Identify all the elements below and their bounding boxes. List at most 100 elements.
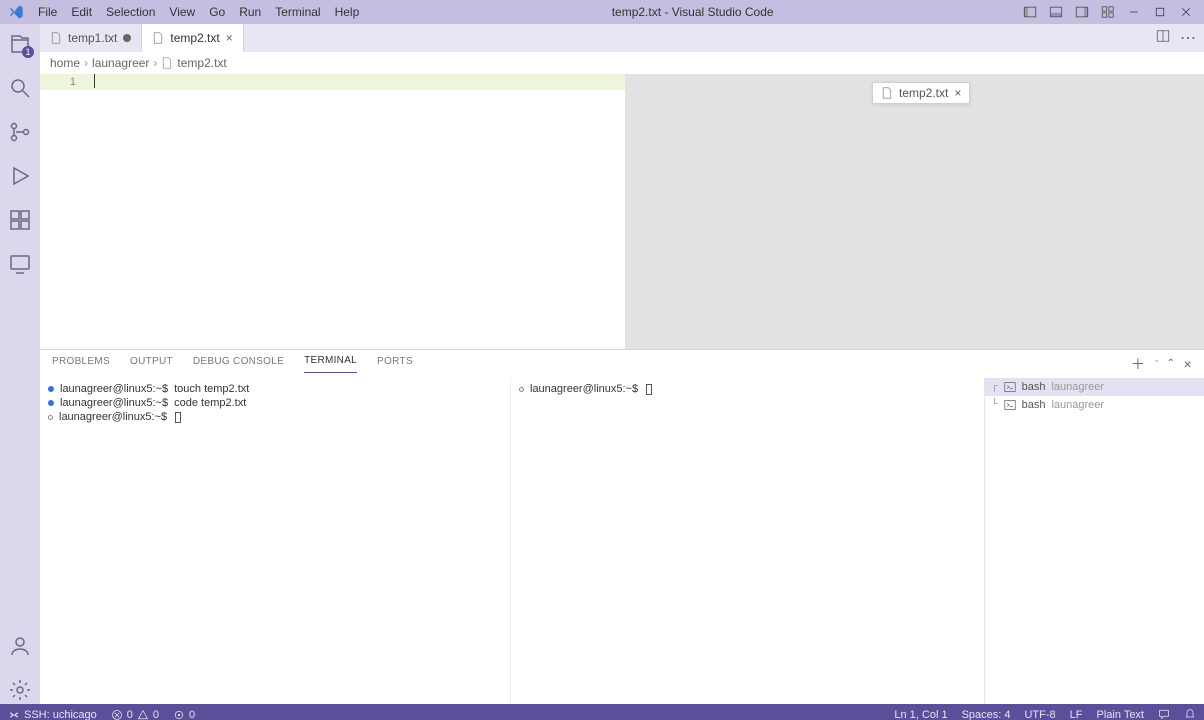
breadcrumb-segment[interactable]: home (50, 56, 80, 70)
encoding[interactable]: UTF-8 (1024, 709, 1055, 720)
floating-tab[interactable]: temp2.txt × (872, 82, 970, 104)
notifications-icon[interactable] (1184, 708, 1196, 720)
terminal-prompt: launagreer@linux5:~$ (530, 382, 638, 396)
breadcrumb-segment[interactable]: launagreer (92, 56, 149, 70)
settings-gear-icon[interactable] (6, 676, 34, 704)
panel-tab-debug[interactable]: DEBUG CONSOLE (193, 356, 284, 373)
menu-selection[interactable]: Selection (100, 3, 161, 21)
close-panel-icon[interactable]: × (1184, 356, 1192, 372)
search-icon[interactable] (6, 74, 34, 102)
chevron-right-icon: › (84, 56, 88, 70)
breadcrumb-segment[interactable]: temp2.txt (177, 56, 226, 70)
layout-sidebar-left-icon[interactable] (1020, 2, 1040, 22)
terminal-command: touch temp2.txt (174, 382, 249, 396)
remote-explorer-icon[interactable] (6, 250, 34, 278)
terminal-cursor (175, 412, 181, 423)
error-count: 0 (127, 709, 133, 720)
terminal-cwd: launagreer (1051, 399, 1104, 411)
terminal-pane-1[interactable]: launagreer@linux5:~$ touch temp2.txt lau… (40, 378, 510, 704)
terminal-shell-name: bash (1022, 399, 1046, 411)
tab-temp1[interactable]: temp1.txt (40, 24, 142, 52)
panel: PROBLEMS OUTPUT DEBUG CONSOLE TERMINAL P… (40, 349, 1204, 704)
extensions-icon[interactable] (6, 206, 34, 234)
line-number-gutter: 1 (40, 74, 90, 90)
panel-tab-ports[interactable]: PORTS (377, 356, 413, 373)
tab-label: temp1.txt (68, 31, 117, 45)
terminal-list-item[interactable]: └ bash launagreer (985, 396, 1204, 414)
file-icon (881, 87, 893, 99)
status-bar: SSH: uchicago 0 0 0 Ln 1, Col 1 Spaces: … (0, 704, 1204, 720)
ports-count: 0 (189, 709, 195, 720)
language-mode[interactable]: Plain Text (1097, 709, 1145, 720)
panel-tab-terminal[interactable]: TERMINAL (304, 355, 357, 373)
terminal-shell-name: bash (1022, 381, 1046, 393)
line-number: 1 (40, 74, 76, 90)
menu-bar: File Edit Selection View Go Run Terminal… (32, 3, 365, 21)
file-icon (152, 32, 164, 44)
split-editor-icon[interactable] (1156, 29, 1170, 48)
eol[interactable]: LF (1070, 709, 1083, 720)
feedback-icon[interactable] (1158, 708, 1170, 720)
terminal-line: launagreer@linux5:~$ (48, 410, 502, 424)
menu-edit[interactable]: Edit (65, 3, 98, 21)
terminal-cursor (646, 384, 652, 395)
explorer-icon[interactable]: 1 (6, 30, 34, 58)
chevron-right-icon: › (153, 56, 157, 70)
prompt-bullet-icon (48, 386, 54, 392)
remote-indicator[interactable]: SSH: uchicago (8, 709, 97, 720)
breadcrumbs: home › launagreer › temp2.txt (40, 52, 1204, 74)
tab-close-icon[interactable]: × (954, 86, 961, 100)
panel-tab-output[interactable]: OUTPUT (130, 356, 173, 373)
terminal-prompt: launagreer@linux5:~$ (60, 396, 168, 410)
dirty-indicator-icon[interactable] (123, 34, 131, 42)
editor-pane-left[interactable]: 1 (40, 74, 625, 349)
more-actions-icon[interactable]: ⋯ (1180, 28, 1196, 48)
terminal-shell-icon (1004, 381, 1016, 393)
cursor-position[interactable]: Ln 1, Col 1 (894, 709, 947, 720)
terminal-command: code temp2.txt (174, 396, 246, 410)
terminal-pane-2[interactable]: launagreer@linux5:~$ (510, 378, 984, 704)
terminal-line: launagreer@linux5:~$ touch temp2.txt (48, 382, 502, 396)
editor-pane-right[interactable]: temp2.txt × (625, 74, 1204, 349)
menu-file[interactable]: File (32, 3, 63, 21)
prompt-bullet-icon (48, 400, 54, 406)
terminal-line: launagreer@linux5:~$ (519, 382, 976, 396)
tree-connector-icon: ┌ (991, 381, 998, 393)
close-window-button[interactable] (1176, 2, 1196, 22)
customize-layout-icon[interactable] (1098, 2, 1118, 22)
source-control-icon[interactable] (6, 118, 34, 146)
tab-label: temp2.txt (170, 31, 219, 45)
accounts-icon[interactable] (6, 632, 34, 660)
menu-run[interactable]: Run (233, 3, 267, 21)
terminal-line: launagreer@linux5:~$ code temp2.txt (48, 396, 502, 410)
menu-go[interactable]: Go (203, 3, 231, 21)
terminal-prompt: launagreer@linux5:~$ (59, 410, 167, 424)
layout-sidebar-right-icon[interactable] (1072, 2, 1092, 22)
floating-tab-label: temp2.txt (899, 86, 948, 100)
editor-split: 1 temp2.txt × (40, 74, 1204, 349)
problems-indicator[interactable]: 0 0 (111, 709, 159, 720)
minimize-button[interactable] (1124, 2, 1144, 22)
layout-panel-icon[interactable] (1046, 2, 1066, 22)
menu-help[interactable]: Help (329, 3, 366, 21)
terminal-dropdown-icon[interactable]: ˇ (1155, 359, 1158, 369)
indentation[interactable]: Spaces: 4 (962, 709, 1011, 720)
prompt-bullet-icon (519, 387, 524, 392)
maximize-panel-icon[interactable]: ˆ (1169, 356, 1174, 372)
panel-tabs: PROBLEMS OUTPUT DEBUG CONSOLE TERMINAL P… (40, 350, 1204, 378)
menu-view[interactable]: View (163, 3, 201, 21)
tab-close-icon[interactable]: × (226, 31, 233, 45)
menu-terminal[interactable]: Terminal (269, 3, 326, 21)
tab-temp2[interactable]: temp2.txt × (142, 24, 243, 52)
editor-tabs: temp1.txt temp2.txt × ⋯ (40, 24, 1204, 52)
text-cursor (94, 74, 95, 88)
terminal-list-item[interactable]: ┌ bash launagreer (985, 378, 1204, 396)
maximize-button[interactable] (1150, 2, 1170, 22)
panel-tab-problems[interactable]: PROBLEMS (52, 356, 110, 373)
file-icon (50, 32, 62, 44)
vscode-logo-icon (8, 4, 24, 20)
new-terminal-icon[interactable]: ＋ (1131, 354, 1145, 374)
terminal-list: ┌ bash launagreer └ bash launagreer (984, 378, 1204, 704)
run-debug-icon[interactable] (6, 162, 34, 190)
ports-indicator[interactable]: 0 (173, 709, 195, 720)
